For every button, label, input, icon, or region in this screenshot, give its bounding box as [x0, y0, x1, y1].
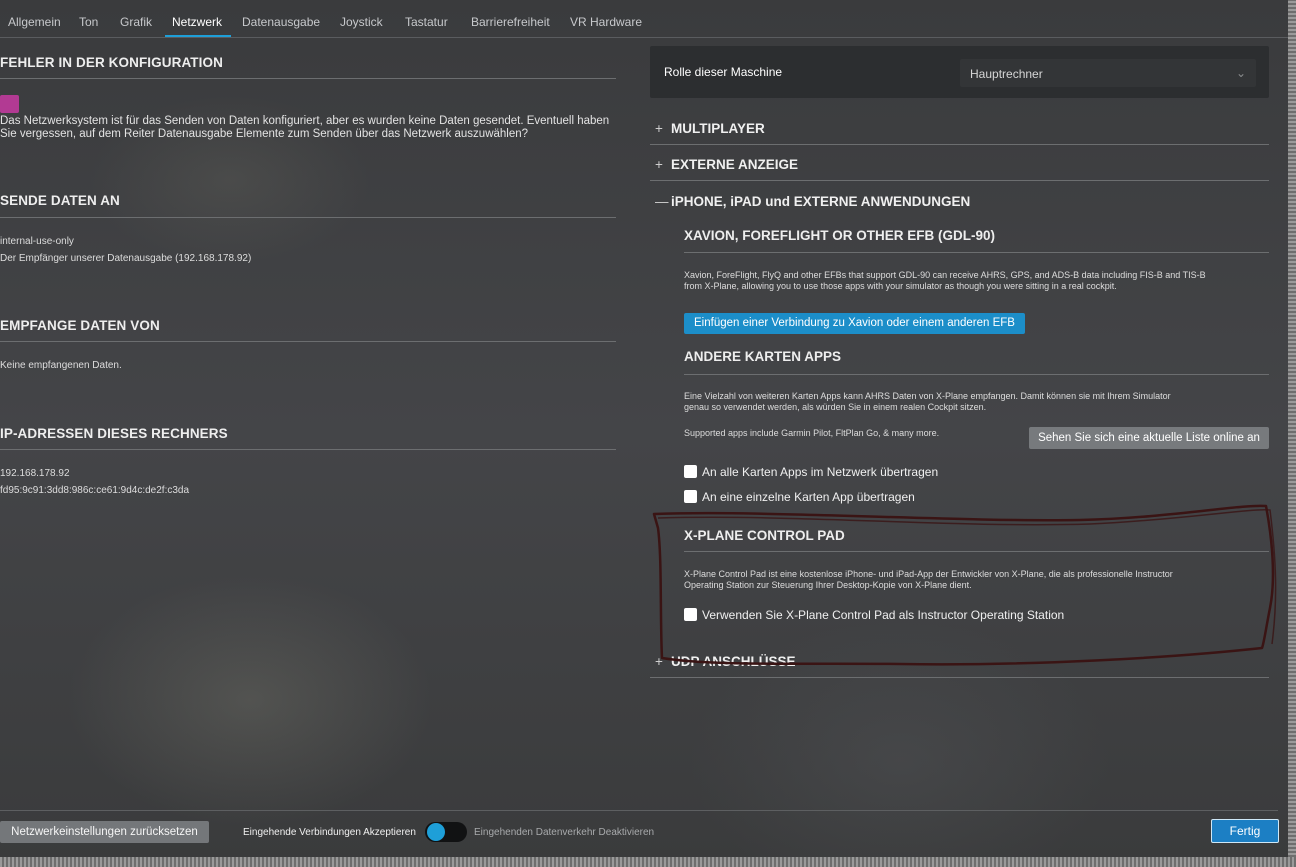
role-label: Rolle dieser Maschine	[664, 65, 783, 79]
config-error-line1: Das Netzwerksystem ist für das Senden vo…	[0, 115, 610, 127]
tab-divider	[0, 37, 1288, 38]
plus-icon: +	[655, 157, 663, 172]
hand-drawn-annotation	[652, 504, 1277, 666]
minus-icon: —	[655, 194, 669, 209]
ip-address-item: fd95:9c91:3dd8:986c:ce61:9d4c:de2f:c3da	[0, 485, 190, 496]
accept-incoming-label: Eingehende Verbindungen Akzeptieren	[243, 827, 416, 838]
done-button[interactable]: Fertig	[1211, 819, 1279, 843]
supported-apps-text: Supported apps include Garmin Pilot, Flt…	[684, 428, 940, 438]
divider	[684, 374, 1269, 375]
send-to-title: SENDE DATEN AN	[0, 193, 120, 208]
divider	[650, 677, 1269, 678]
divider	[0, 78, 616, 79]
ip-addresses-title: IP-ADRESSEN DIESES RECHNERS	[0, 426, 228, 441]
maps-desc-line2: genau so verwendet werden, als würden Si…	[684, 402, 987, 412]
section-label: iPHONE, iPAD und EXTERNE ANWENDUNGEN	[671, 194, 971, 209]
xavion-desc-line1: Xavion, ForeFlight, FlyQ and other EFBs …	[684, 270, 1206, 280]
plus-icon: +	[655, 121, 663, 136]
section-label: EXTERNE ANZEIGE	[671, 157, 799, 172]
section-iphone-ipad[interactable]: — iPHONE, iPAD und EXTERNE ANWENDUNGEN	[655, 194, 970, 209]
tab-grafik[interactable]: Grafik	[120, 15, 152, 29]
chevron-down-icon[interactable]: ⌄	[1236, 66, 1246, 80]
divider	[0, 217, 616, 218]
config-error-title: FEHLER IN DER KONFIGURATION	[0, 55, 223, 70]
section-external-display[interactable]: + EXTERNE ANZEIGE	[655, 157, 798, 172]
tab-allgemein[interactable]: Allgemein	[8, 15, 61, 29]
bottom-divider	[0, 810, 1278, 811]
tab-datenausgabe[interactable]: Datenausgabe	[242, 15, 320, 29]
send-to-item: internal-use-only	[0, 236, 74, 247]
maps-desc-line1: Eine Vielzahl von weiteren Karten Apps k…	[684, 391, 1171, 401]
tab-netzwerk[interactable]: Netzwerk	[172, 15, 222, 29]
maps-title: ANDERE KARTEN APPS	[684, 349, 842, 364]
disable-incoming-label: Eingehenden Datenverkehr Deaktivieren	[474, 827, 655, 838]
divider	[684, 252, 1269, 253]
section-multiplayer[interactable]: + MULTIPLAYER	[655, 121, 765, 136]
incoming-connections-toggle[interactable]	[425, 822, 467, 842]
section-label: MULTIPLAYER	[671, 121, 765, 136]
window-frame-right	[1288, 0, 1296, 867]
divider	[650, 144, 1269, 145]
broadcast-all-label[interactable]: An alle Karten Apps im Netzwerk übertrag…	[702, 465, 938, 479]
divider	[0, 341, 616, 342]
xavion-title: XAVION, FOREFLIGHT OR OTHER EFB (GDL-90)	[684, 228, 996, 243]
divider	[0, 449, 616, 450]
role-dropdown-value[interactable]: Hauptrechner	[970, 67, 1043, 81]
divider	[650, 180, 1269, 181]
tab-ton[interactable]: Ton	[79, 15, 98, 29]
send-to-item: Der Empfänger unserer Datenausgabe (192.…	[0, 253, 252, 264]
config-error-line2: Sie vergessen, auf dem Reiter Datenausga…	[0, 128, 529, 140]
receive-from-item: Keine empfangenen Daten.	[0, 360, 122, 371]
add-efb-connection-button[interactable]: Einfügen einer Verbindung zu Xavion oder…	[684, 313, 1025, 334]
toggle-knob	[427, 823, 445, 841]
tab-bar: Allgemein Ton Grafik Netzwerk Datenausga…	[0, 0, 1288, 38]
tab-vr-hardware[interactable]: VR Hardware	[570, 15, 642, 29]
broadcast-all-checkbox[interactable]	[684, 465, 697, 478]
ip-address-item: 192.168.178.92	[0, 468, 70, 479]
view-online-list-button[interactable]: Sehen Sie sich eine aktuelle Liste onlin…	[1029, 427, 1269, 449]
xavion-desc-line2: from X-Plane, allowing you to use those …	[684, 281, 1117, 291]
reset-network-settings-button[interactable]: Netzwerkeinstellungen zurücksetzen	[0, 821, 209, 843]
tab-barrierefreiheit[interactable]: Barrierefreiheit	[471, 15, 550, 29]
tab-tastatur[interactable]: Tastatur	[405, 15, 448, 29]
receive-from-title: EMPFANGE DATEN VON	[0, 318, 160, 333]
error-swatch-icon	[0, 95, 19, 113]
window-frame-bottom	[0, 857, 1296, 867]
tab-joystick[interactable]: Joystick	[340, 15, 383, 29]
